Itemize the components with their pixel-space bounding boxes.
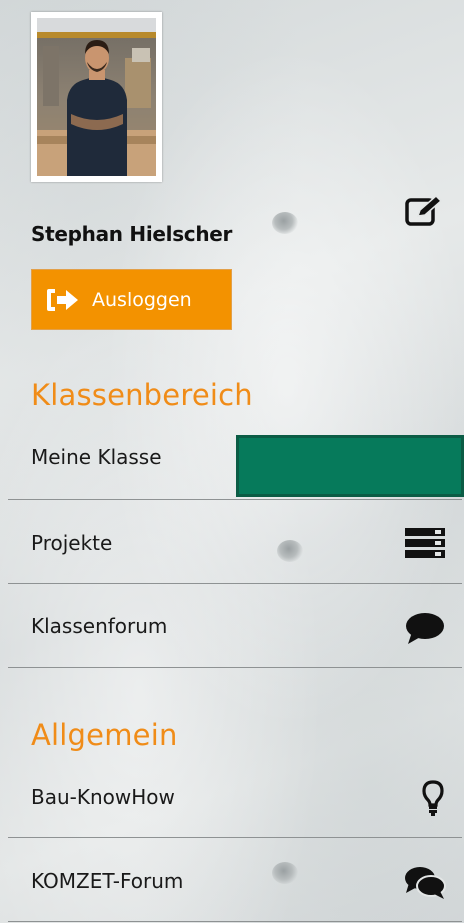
nav-item-label: Klassenforum	[31, 614, 168, 638]
texture-spot	[272, 212, 298, 234]
active-indicator	[236, 435, 464, 497]
nav-item-bau-knowhow[interactable]: Bau-KnowHow	[8, 754, 462, 838]
profile-photo	[37, 18, 156, 176]
profile-name: Stephan Hielscher	[31, 222, 233, 246]
section-heading-klassenbereich: Klassenbereich	[31, 378, 253, 412]
nav-item-klassenforum[interactable]: Klassenforum	[8, 584, 462, 668]
lightbulb-icon	[422, 780, 444, 816]
nav-item-label: KOMZET-Forum	[31, 869, 184, 893]
avatar	[31, 12, 162, 182]
sign-out-icon	[47, 288, 78, 311]
nav-item-komzet-forum[interactable]: KOMZET-Forum	[8, 838, 462, 922]
nav-item-label: Bau-KnowHow	[31, 785, 175, 809]
nav-item-projekte[interactable]: Projekte	[8, 500, 462, 584]
nav-item-label: Meine Klasse	[31, 445, 162, 469]
edit-icon[interactable]	[404, 194, 444, 228]
nav-item-label: Projekte	[31, 531, 113, 555]
server-stack-icon	[405, 528, 445, 558]
comment-icon	[406, 613, 444, 644]
section-heading-allgemein: Allgemein	[31, 718, 178, 752]
logout-label: Ausloggen	[92, 288, 192, 311]
logout-button[interactable]: Ausloggen	[31, 269, 232, 330]
comments-icon	[405, 867, 446, 899]
